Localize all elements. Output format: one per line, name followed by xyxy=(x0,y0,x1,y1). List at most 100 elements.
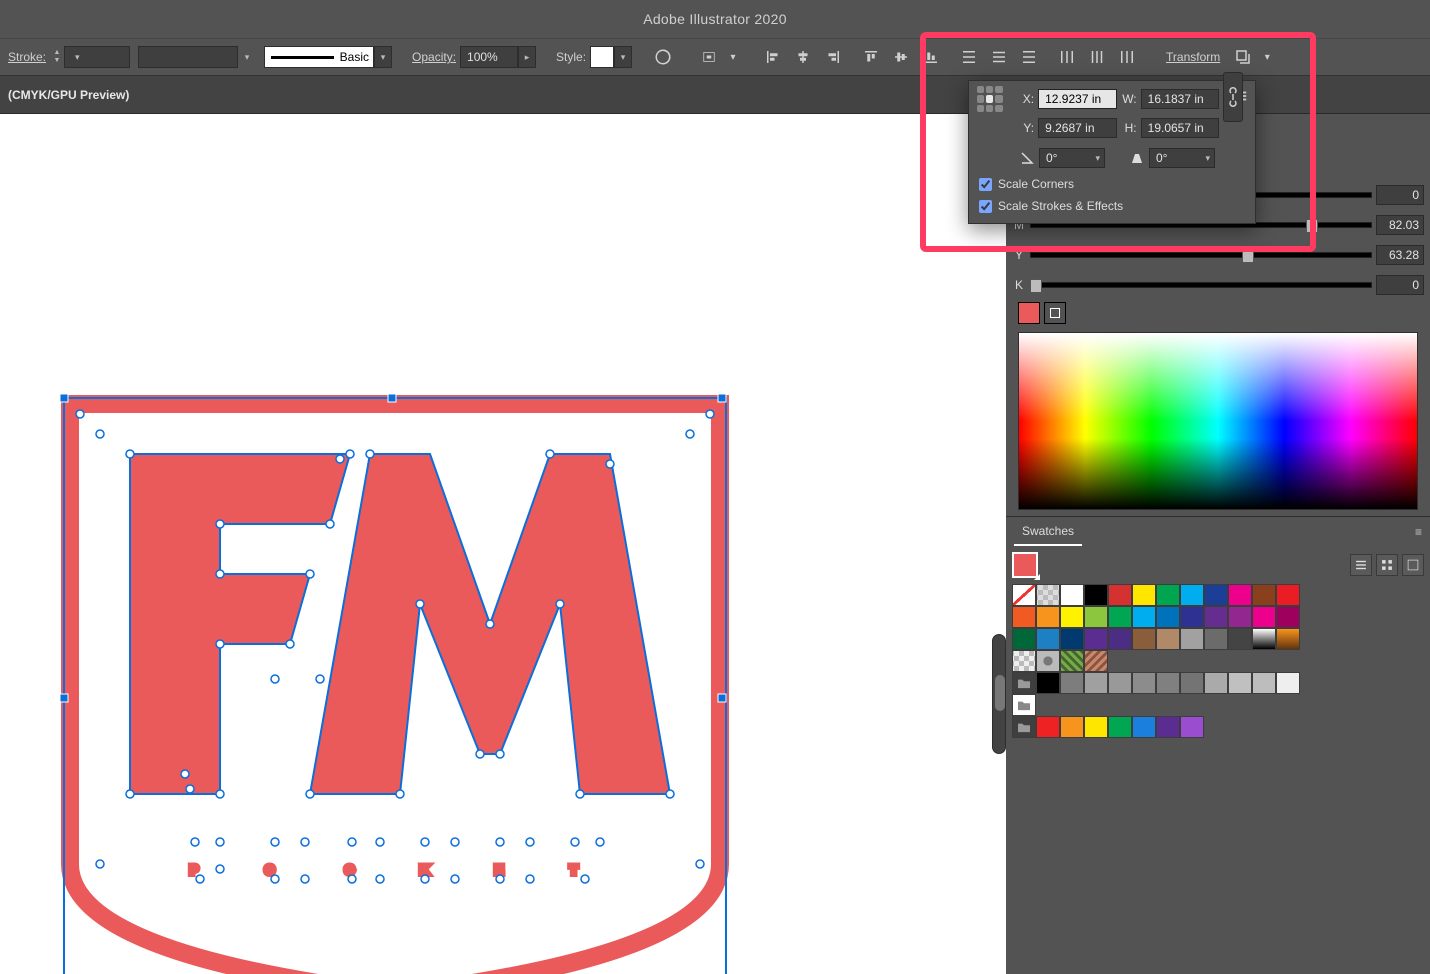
rotate-field[interactable]: 0°▾ xyxy=(1039,148,1105,168)
chevron-down-icon[interactable]: ▾ xyxy=(374,46,392,68)
value-field[interactable]: 82.03 xyxy=(1376,215,1424,235)
stroke-weight-spinner[interactable]: ▲▼ xyxy=(50,46,64,68)
swatch[interactable] xyxy=(1228,672,1252,694)
swatch[interactable] xyxy=(1036,716,1060,738)
swatch[interactable] xyxy=(1012,584,1036,606)
stroke-swatch-icon[interactable] xyxy=(1044,302,1066,324)
graphic-style-swatch[interactable] xyxy=(590,46,614,68)
swatch[interactable] xyxy=(1108,628,1132,650)
swatch[interactable] xyxy=(1180,628,1204,650)
swatch[interactable] xyxy=(1156,584,1180,606)
swatches-grid[interactable] xyxy=(1006,578,1430,744)
stroke-label[interactable]: Stroke: xyxy=(8,50,46,64)
align-to-selection-icon[interactable] xyxy=(694,42,724,72)
swatch[interactable] xyxy=(1060,650,1084,672)
swatch[interactable] xyxy=(1012,672,1036,694)
align-top-icon[interactable] xyxy=(856,42,886,72)
document-tab[interactable]: (CMYK/GPU Preview) xyxy=(8,88,129,102)
swatch[interactable] xyxy=(1060,716,1084,738)
swatch[interactable] xyxy=(1036,606,1060,628)
swatch[interactable] xyxy=(1012,650,1036,672)
swatch[interactable] xyxy=(1084,650,1108,672)
swatch[interactable] xyxy=(1108,606,1132,628)
swatch[interactable] xyxy=(1060,672,1084,694)
swatch[interactable] xyxy=(1060,628,1084,650)
swatch[interactable] xyxy=(1156,716,1180,738)
swatch[interactable] xyxy=(1276,628,1300,650)
swatch[interactable] xyxy=(1108,716,1132,738)
recolor-artwork-icon[interactable] xyxy=(648,42,678,72)
swatch[interactable] xyxy=(1252,672,1276,694)
swatches-tab[interactable]: Swatches xyxy=(1014,518,1082,546)
checkbox-icon[interactable] xyxy=(979,178,992,191)
chevron-down-icon[interactable]: ▾ xyxy=(724,42,742,72)
swatch[interactable] xyxy=(1228,606,1252,628)
shear-field[interactable]: 0°▾ xyxy=(1149,148,1215,168)
opacity-label[interactable]: Opacity: xyxy=(412,50,456,64)
opacity-field[interactable]: 100% xyxy=(460,46,518,68)
swatch[interactable] xyxy=(1036,584,1060,606)
w-field[interactable]: 16.1837 in xyxy=(1141,89,1220,109)
distribute-right-icon[interactable] xyxy=(1112,42,1142,72)
swatch[interactable] xyxy=(1276,606,1300,628)
swatch[interactable] xyxy=(1012,716,1036,738)
swatch[interactable] xyxy=(1156,628,1180,650)
black-slider[interactable]: K 0 xyxy=(1012,270,1424,300)
h-field[interactable]: 19.0657 in xyxy=(1141,118,1220,138)
swatch[interactable] xyxy=(1204,584,1228,606)
fill-stroke-indicator[interactable] xyxy=(1012,300,1424,326)
value-field[interactable]: 0 xyxy=(1376,275,1424,295)
y-field[interactable]: 9.2687 in xyxy=(1038,118,1117,138)
swatch[interactable] xyxy=(1036,650,1060,672)
swatch[interactable] xyxy=(1132,606,1156,628)
swatch[interactable] xyxy=(1204,672,1228,694)
swatch[interactable] xyxy=(1180,584,1204,606)
brush-definition-field[interactable]: Basic xyxy=(264,46,374,68)
distribute-left-icon[interactable] xyxy=(1052,42,1082,72)
swatch[interactable] xyxy=(1132,584,1156,606)
swatch[interactable] xyxy=(1060,606,1084,628)
swatch[interactable] xyxy=(1084,628,1108,650)
distribute-hcenter-icon[interactable] xyxy=(1082,42,1112,72)
swatch[interactable] xyxy=(1252,628,1276,650)
swatch-grid-large-icon[interactable] xyxy=(1402,554,1424,576)
chevron-right-icon[interactable]: ▸ xyxy=(518,46,536,68)
swatch[interactable] xyxy=(1132,628,1156,650)
align-bottom-icon[interactable] xyxy=(916,42,946,72)
swatch[interactable] xyxy=(1084,672,1108,694)
align-right-icon[interactable] xyxy=(818,42,848,72)
swatch[interactable] xyxy=(1084,606,1108,628)
value-field[interactable]: 0 xyxy=(1376,185,1424,205)
swatch[interactable] xyxy=(1012,694,1036,716)
swatch[interactable] xyxy=(1084,716,1108,738)
distribute-vcenter-icon[interactable] xyxy=(984,42,1014,72)
swatch[interactable] xyxy=(1180,672,1204,694)
panel-scrollbar[interactable] xyxy=(992,634,1006,754)
swatch[interactable] xyxy=(1132,716,1156,738)
selected-artwork[interactable]: P O C K E T xyxy=(60,394,780,974)
swatch[interactable] xyxy=(1228,584,1252,606)
reference-point-selector[interactable] xyxy=(977,86,1003,112)
chevron-down-icon[interactable]: ▾ xyxy=(1258,42,1276,72)
swatch[interactable] xyxy=(1276,584,1300,606)
swatch[interactable] xyxy=(1204,628,1228,650)
align-hcenter-icon[interactable] xyxy=(788,42,818,72)
color-spectrum[interactable] xyxy=(1018,332,1418,510)
chevron-down-icon[interactable]: ▾ xyxy=(238,52,256,63)
swatch[interactable] xyxy=(1156,606,1180,628)
stroke-variable-width-profile[interactable] xyxy=(138,46,238,68)
isolate-group-icon[interactable] xyxy=(1228,42,1258,72)
constrain-proportions-icon[interactable] xyxy=(1223,72,1243,122)
swatch[interactable] xyxy=(1084,584,1108,606)
panel-menu-icon[interactable]: ≡ xyxy=(1415,525,1422,539)
transform-link[interactable]: Transform xyxy=(1166,50,1220,64)
swatch[interactable] xyxy=(1180,606,1204,628)
distribute-top-icon[interactable] xyxy=(954,42,984,72)
swatch[interactable] xyxy=(1060,584,1084,606)
swatch[interactable] xyxy=(1156,672,1180,694)
yellow-slider[interactable]: Y 63.28 xyxy=(1012,240,1424,270)
swatch[interactable] xyxy=(1252,584,1276,606)
swatch-list-icon[interactable] xyxy=(1350,554,1372,576)
chevron-down-icon[interactable]: ▾ xyxy=(614,46,632,68)
swatch[interactable] xyxy=(1036,672,1060,694)
